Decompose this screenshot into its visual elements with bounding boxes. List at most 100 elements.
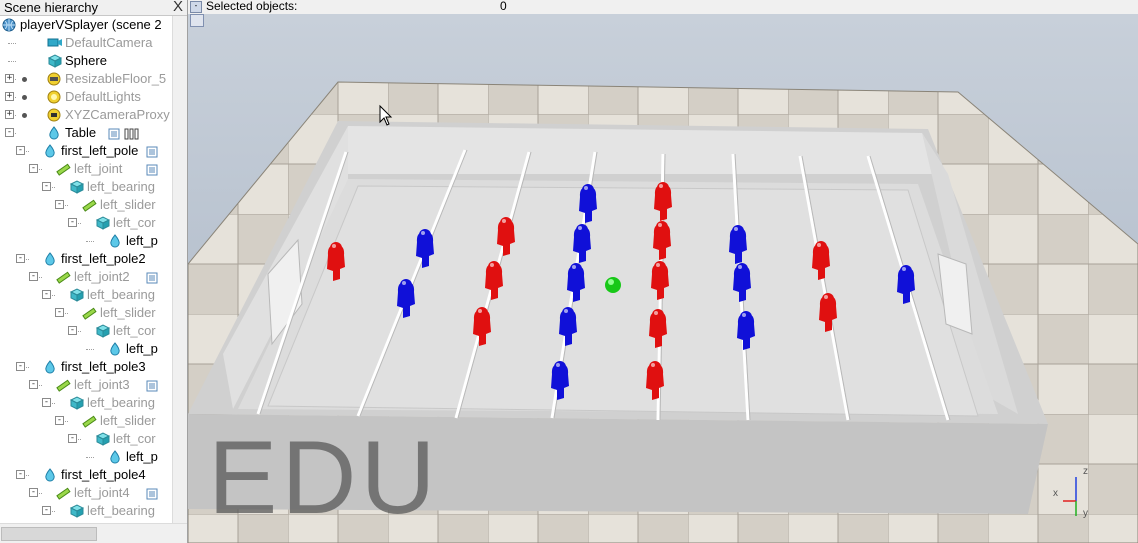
tree-item[interactable]: - left_cor [0,322,172,340]
tree-item[interactable]: - first_left_pole3 [0,358,172,376]
panel-title: Scene hierarchy [0,0,187,16]
collapse-icon[interactable]: - [16,254,25,263]
vertical-scrollbar[interactable] [172,16,187,523]
tree-item-label: XYZCameraProxy [65,107,170,122]
tree-item[interactable]: - left_bearing [0,394,172,412]
tree-item[interactable]: - left_joint3 [0,376,172,394]
tree-item[interactable]: - first_left_pole [0,142,172,160]
tree-item-label: left_cor [113,323,156,338]
script-icon[interactable] [146,163,158,176]
collapse-icon[interactable]: - [68,434,77,443]
expand-icon[interactable]: + [5,110,14,119]
tree-item-label: first_left_pole2 [61,251,146,266]
expand-icon[interactable]: + [5,74,14,83]
visibility-dot-icon [22,113,27,118]
visibility-dot-icon [22,95,27,100]
tree-item-label: left_p [126,233,158,248]
tree-item[interactable]: + XYZCameraProxy [0,106,172,124]
tree-item[interactable]: - left_slider [0,412,172,430]
custom-data-icon[interactable] [124,127,139,140]
shape-icon [108,450,123,464]
collapse-icon[interactable]: - [68,218,77,227]
collapse-icon[interactable]: - [29,380,38,389]
tree-item-label: left_slider [100,413,156,428]
horizontal-scrollbar[interactable] [0,523,187,543]
lights-icon [47,90,62,104]
shape-icon [43,360,58,374]
tree-item-label: left_slider [100,197,156,212]
tree-connector [8,43,16,44]
tree-item[interactable]: - left_joint4 [0,484,172,502]
collapse-icon[interactable]: - [42,182,51,191]
collapse-icon[interactable]: - [55,308,64,317]
joint-icon [56,486,71,500]
collapse-icon[interactable]: - [42,506,51,515]
collapse-icon[interactable]: - [5,128,14,137]
tree-item-label: left_cor [113,215,156,230]
joint-icon [82,198,97,212]
tree-item[interactable]: - first_left_pole4 [0,466,172,484]
tree-item[interactable]: Sphere [0,52,172,70]
tree-item[interactable]: - left_bearing [0,286,172,304]
scene-viewport[interactable]: EDU z x y [188,14,1138,543]
scrollbar-thumb[interactable] [1,527,97,541]
tree-item[interactable]: - left_bearing [0,178,172,196]
collapse-icon[interactable]: - [42,398,51,407]
tree-item[interactable]: - left_cor [0,430,172,448]
visibility-dot-icon [22,77,27,82]
collapse-icon[interactable]: - [29,272,38,281]
script-icon[interactable] [146,145,158,158]
shape-icon [108,342,123,356]
selected-objects-label: Selected objects: [206,0,298,13]
collapse-icon[interactable]: - [55,416,64,425]
collapse-icon[interactable]: - [29,164,38,173]
tree-item-label: first_left_pole4 [61,467,146,482]
hierarchy-tree[interactable]: playerVSplayer (scene 2 DefaultCamera Sphe… [0,16,172,523]
shape-icon [47,126,62,140]
collapse-icon[interactable]: - [16,470,25,479]
collapse-icon[interactable]: - [55,200,64,209]
tree-item-label: left_joint4 [74,485,130,500]
close-icon[interactable]: X [171,0,185,14]
joint-icon [56,378,71,392]
script-icon[interactable] [108,127,120,140]
script-icon[interactable] [146,379,158,392]
tree-item[interactable]: - first_left_pole2 [0,250,172,268]
expand-icon[interactable]: + [5,92,14,101]
collapse-icon[interactable]: - [68,326,77,335]
tree-item-label: left_p [126,449,158,464]
tree-item[interactable]: playerVSplayer (scene 2 [0,16,172,34]
tree-item[interactable]: - left_slider [0,196,172,214]
tree-item[interactable]: - left_joint2 [0,268,172,286]
cube-icon [69,504,85,518]
app-window: Scene hierarchy X playerVSplayer (scene … [0,0,1138,543]
camera-icon [47,36,62,50]
cube-icon [69,396,85,410]
tree-item[interactable]: left_p [0,448,172,466]
tree-item[interactable]: + DefaultLights [0,88,172,106]
tree-item[interactable]: - Table [0,124,172,142]
tree-item[interactable]: left_p [0,340,172,358]
collapse-icon[interactable]: - [42,290,51,299]
tree-item-label: DefaultCamera [65,35,153,50]
script-icon[interactable] [146,271,158,284]
tree-item[interactable]: - left_slider [0,304,172,322]
shape-icon [43,468,58,482]
tree-item[interactable]: + ResizableFloor_5 [0,70,172,88]
tree-connector [8,61,16,62]
tree-item[interactable]: left_p [0,232,172,250]
collapse-icon[interactable]: - [29,488,38,497]
tree-item[interactable]: - left_cor [0,214,172,232]
script-icon[interactable] [146,487,158,500]
toolbar-toggle-button[interactable] [190,14,204,27]
collapse-icon[interactable]: - [16,146,25,155]
selected-objects-count: 0 [500,0,507,13]
collapse-icon[interactable]: - [16,362,25,371]
tree-item[interactable]: DefaultCamera [0,34,172,52]
joint-icon [82,414,97,428]
expand-button[interactable]: - [190,1,202,13]
cube-icon [95,324,111,338]
tree-item[interactable]: - left_joint [0,160,172,178]
tree-item[interactable]: - left_bearing [0,502,172,520]
shape-icon [43,144,58,158]
